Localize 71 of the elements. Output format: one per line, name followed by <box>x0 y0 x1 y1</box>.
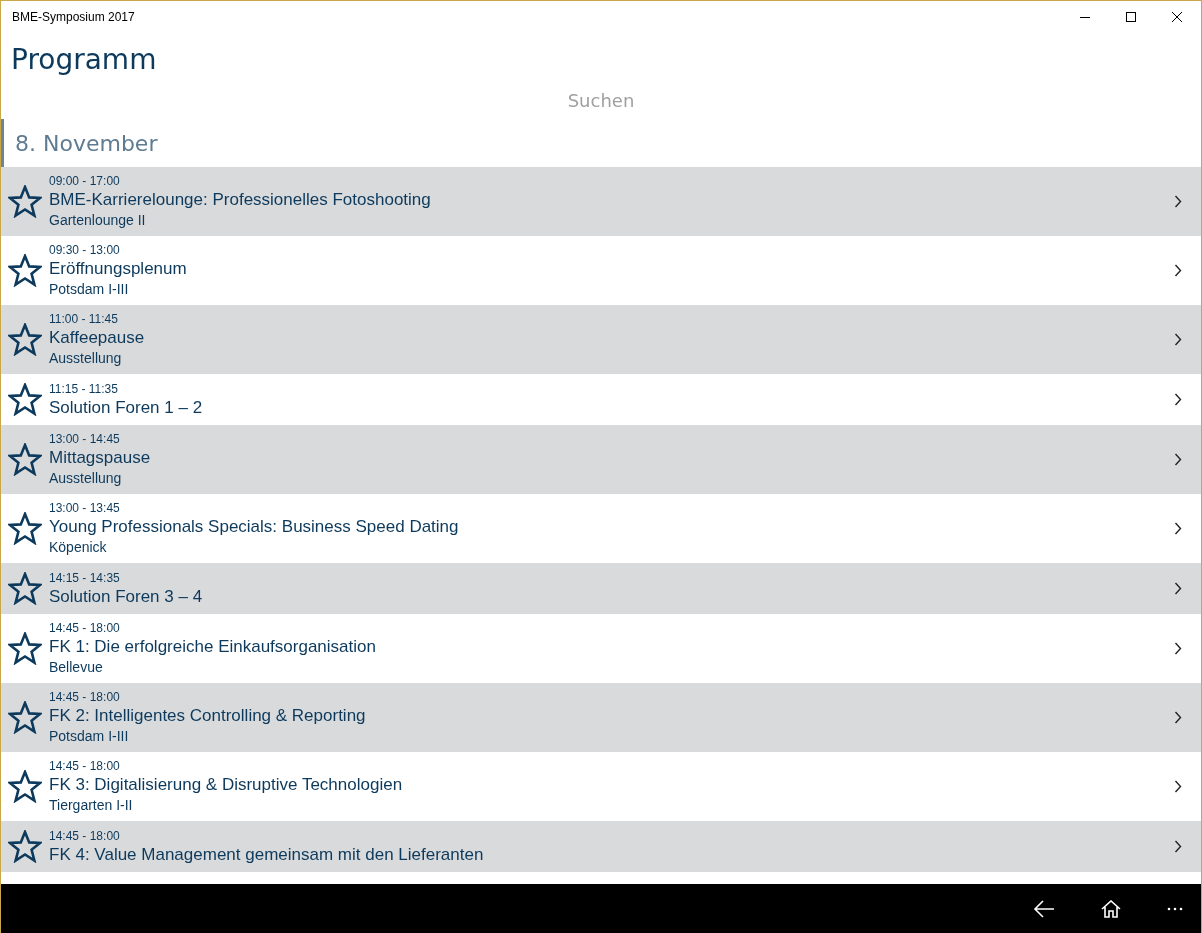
session-location: Potsdam I-III <box>49 727 130 746</box>
session-title: FK 1: Die erfolgreiche Einkaufsorganisation <box>49 636 377 658</box>
session-item[interactable]: 14:15 - 14:35 Solution Foren 3 – 4 <box>1 563 1201 614</box>
star-icon[interactable] <box>8 632 42 665</box>
session-item[interactable]: 11:15 - 11:35 Solution Foren 1 – 2 <box>1 374 1201 425</box>
session-time: 14:45 - 18:00 <box>49 758 121 774</box>
session-time: 14:45 - 18:00 <box>49 689 121 705</box>
more-icon[interactable] <box>1167 906 1183 911</box>
chevron-icon <box>1174 333 1182 346</box>
session-time: 14:45 - 18:00 <box>49 620 121 636</box>
star-icon[interactable] <box>8 185 42 218</box>
chevron-icon <box>1174 780 1182 793</box>
session-item[interactable]: 11:00 - 11:45 Kaffeepause Ausstellung <box>1 305 1201 374</box>
session-title: Solution Foren 3 – 4 <box>49 585 204 608</box>
star-icon[interactable] <box>8 254 42 287</box>
session-title: Young Professionals Specials: Business Speed Dating <box>49 516 460 538</box>
session-location: Tiergarten I-II <box>49 796 134 815</box>
session-title: FK 2: Intelligentes Controlling & Reporting <box>49 705 367 727</box>
session-title: BME-Karrierelounge: Professionelles Fotoshooting <box>49 189 432 211</box>
chevron-icon <box>1174 393 1182 406</box>
session-item[interactable]: 14:45 - 18:00 FK 2: Intelligentes Controlling & Reporting Potsdam I-III <box>1 683 1201 752</box>
chevron-icon <box>1174 522 1182 535</box>
session-item[interactable]: 14:45 - 18:00 FK 4: Value Management gemeinsam mit den Lieferanten <box>1 821 1201 872</box>
session-item[interactable]: 09:00 - 17:00 BME-Karrierelounge: Professionelles Fotoshooting Gartenlounge II <box>1 167 1201 236</box>
chevron-icon <box>1174 264 1182 277</box>
session-title: Mittagspause <box>49 447 152 469</box>
session-time: 11:00 - 11:45 <box>49 311 119 327</box>
session-title: Eröffnungsplenum <box>49 258 188 280</box>
back-icon[interactable] <box>1033 899 1055 918</box>
session-time: 13:00 - 13:45 <box>49 500 121 516</box>
session-location: Ausstellung <box>49 469 123 488</box>
session-item[interactable]: 14:45 - 18:00 FK 3: Digitalisierung & Disruptive Technologien Tiergarten I-II <box>1 752 1201 821</box>
session-title: FK 3: Digitalisierung & Disruptive Technologien <box>49 774 404 796</box>
session-item[interactable]: 13:00 - 14:45 Mittagspause Ausstellung <box>1 425 1201 494</box>
session-time: 14:15 - 14:35 <box>49 569 121 586</box>
session-item[interactable]: 09:30 - 13:00 Eröffnungsplenum Potsdam I-III <box>1 236 1201 305</box>
window-title: BME-Symposium 2017 <box>12 9 135 24</box>
star-icon[interactable] <box>8 512 42 545</box>
session-item[interactable]: 14:45 - 18:00 FK 1: Die erfolgreiche Einkaufsorganisation Bellevue <box>1 614 1201 683</box>
chevron-icon <box>1174 195 1182 208</box>
maximize-icon[interactable] <box>1125 10 1137 23</box>
session-time: 11:15 - 11:35 <box>49 380 119 397</box>
star-icon[interactable] <box>8 770 42 803</box>
page-title: Programm <box>11 42 158 78</box>
session-location: Gartenlounge II <box>49 211 147 230</box>
star-icon[interactable] <box>8 383 42 416</box>
close-icon[interactable] <box>1171 10 1183 23</box>
session-time: 09:30 - 13:00 <box>49 242 121 258</box>
chevron-icon <box>1174 453 1182 466</box>
chevron-icon <box>1174 582 1182 595</box>
session-title: FK 4: Value Management gemeinsam mit den Lieferanten <box>49 843 485 866</box>
chevron-icon <box>1174 642 1182 655</box>
session-time: 14:45 - 18:00 <box>49 827 121 844</box>
session-item[interactable]: 13:00 - 13:45 Young Professionals Specials: Business Speed Dating Köpenick <box>1 494 1201 563</box>
session-time: 13:00 - 14:45 <box>49 431 121 447</box>
star-icon[interactable] <box>8 701 42 734</box>
session-location: Ausstellung <box>49 349 123 368</box>
star-icon[interactable] <box>8 572 42 605</box>
star-icon[interactable] <box>8 443 42 476</box>
search-field[interactable]: Suchen <box>449 84 753 116</box>
chevron-icon <box>1174 840 1182 853</box>
home-icon[interactable] <box>1101 899 1121 918</box>
session-title: Kaffeepause <box>49 327 146 349</box>
session-time: 09:00 - 17:00 <box>49 173 121 189</box>
session-location: Bellevue <box>49 658 104 677</box>
session-location: Potsdam I-III <box>49 280 130 299</box>
chevron-icon <box>1174 711 1182 724</box>
star-icon[interactable] <box>8 830 42 863</box>
session-title: Solution Foren 1 – 2 <box>49 396 204 419</box>
session-location: Köpenick <box>49 538 108 557</box>
star-icon[interactable] <box>8 323 42 356</box>
